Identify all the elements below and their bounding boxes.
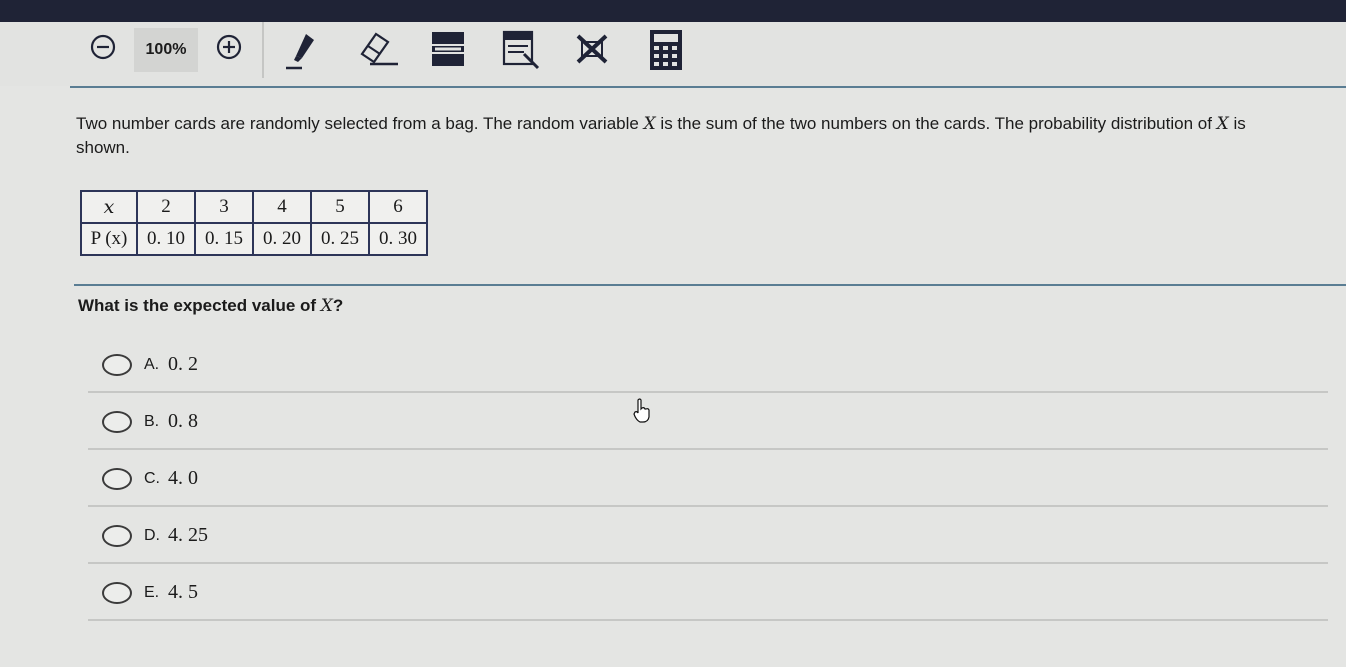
stem-text: Two number cards are randomly selected f… (76, 114, 644, 133)
toolbar-divider (262, 22, 264, 78)
choice-b[interactable]: B. 0. 8 (88, 395, 1328, 450)
table-cell: 0. 15 (194, 222, 254, 256)
choice-letter: C. (144, 469, 160, 487)
stem-text: is the sum of the two numbers on the car… (655, 114, 1217, 133)
choice-d[interactable]: D. 4. 25 (88, 509, 1328, 564)
choice-value: 0. 8 (168, 410, 198, 432)
table-cell: 6 (368, 190, 428, 224)
variable-x: X (1216, 114, 1229, 134)
table-row: x 2 3 4 5 6 (80, 190, 428, 224)
choice-value: 0. 2 (168, 353, 198, 375)
choice-value: 4. 25 (168, 524, 208, 546)
radio-button[interactable] (102, 467, 132, 490)
calculator-icon[interactable] (644, 28, 688, 72)
choice-letter: B. (144, 412, 160, 430)
choice-value: 4. 5 (168, 581, 198, 603)
question-stem: Two number cards are randomly selected f… (76, 112, 1276, 159)
radio-button[interactable] (102, 524, 132, 547)
table-cell: 4 (252, 190, 312, 224)
radio-button[interactable] (102, 410, 132, 433)
choice-value: 4. 0 (168, 467, 198, 489)
prompt-text: ? (332, 296, 344, 315)
table-row: P (x) 0. 10 0. 15 0. 20 0. 25 0. 30 (80, 222, 428, 256)
highlighter-icon[interactable] (284, 28, 328, 72)
choice-letter: D. (144, 526, 160, 544)
answer-choices: A. 0. 2 B. 0. 8 C. 4. 0 D. 4. 25 E. 4. 5 (88, 338, 1328, 623)
eraser-icon[interactable] (356, 28, 400, 72)
prompt-text: What is the expected value of (78, 296, 321, 315)
hand-cursor-icon (632, 398, 652, 429)
table-cell: 5 (310, 190, 370, 224)
zoom-in-icon[interactable] (214, 32, 244, 62)
divider-top (70, 86, 1346, 88)
table-cell: 3 (194, 190, 254, 224)
table-cell: 2 (136, 190, 196, 224)
radio-button[interactable] (102, 581, 132, 604)
table-cell: 0. 20 (252, 222, 312, 256)
row-header-px: P (x) (80, 222, 138, 256)
row-header-x: x (80, 190, 138, 224)
divider-middle (74, 284, 1346, 286)
variable-x: X (320, 296, 333, 316)
choice-e[interactable]: E. 4. 5 (88, 566, 1328, 621)
zoom-out-icon[interactable] (88, 32, 118, 62)
table-cell: 0. 30 (368, 222, 428, 256)
table-cell: 0. 25 (310, 222, 370, 256)
table-cell: 0. 10 (136, 222, 196, 256)
choice-c[interactable]: C. 4. 0 (88, 452, 1328, 507)
zoom-level: 100% (134, 28, 198, 72)
option-eliminator-icon[interactable] (570, 28, 614, 72)
line-reader-icon[interactable] (426, 28, 470, 72)
choice-letter: E. (144, 583, 160, 601)
choice-letter: A. (144, 355, 160, 373)
question-prompt: What is the expected value of X? (78, 296, 343, 316)
probability-distribution-table: x 2 3 4 5 6 P (x) 0. 10 0. 15 0. 20 0. 2… (80, 190, 428, 256)
choice-a[interactable]: A. 0. 2 (88, 338, 1328, 393)
variable-x: X (643, 114, 656, 134)
toolbar: 100% (0, 22, 1346, 86)
radio-button[interactable] (102, 353, 132, 376)
top-bar (0, 0, 1346, 22)
answer-masking-icon[interactable] (498, 28, 542, 72)
